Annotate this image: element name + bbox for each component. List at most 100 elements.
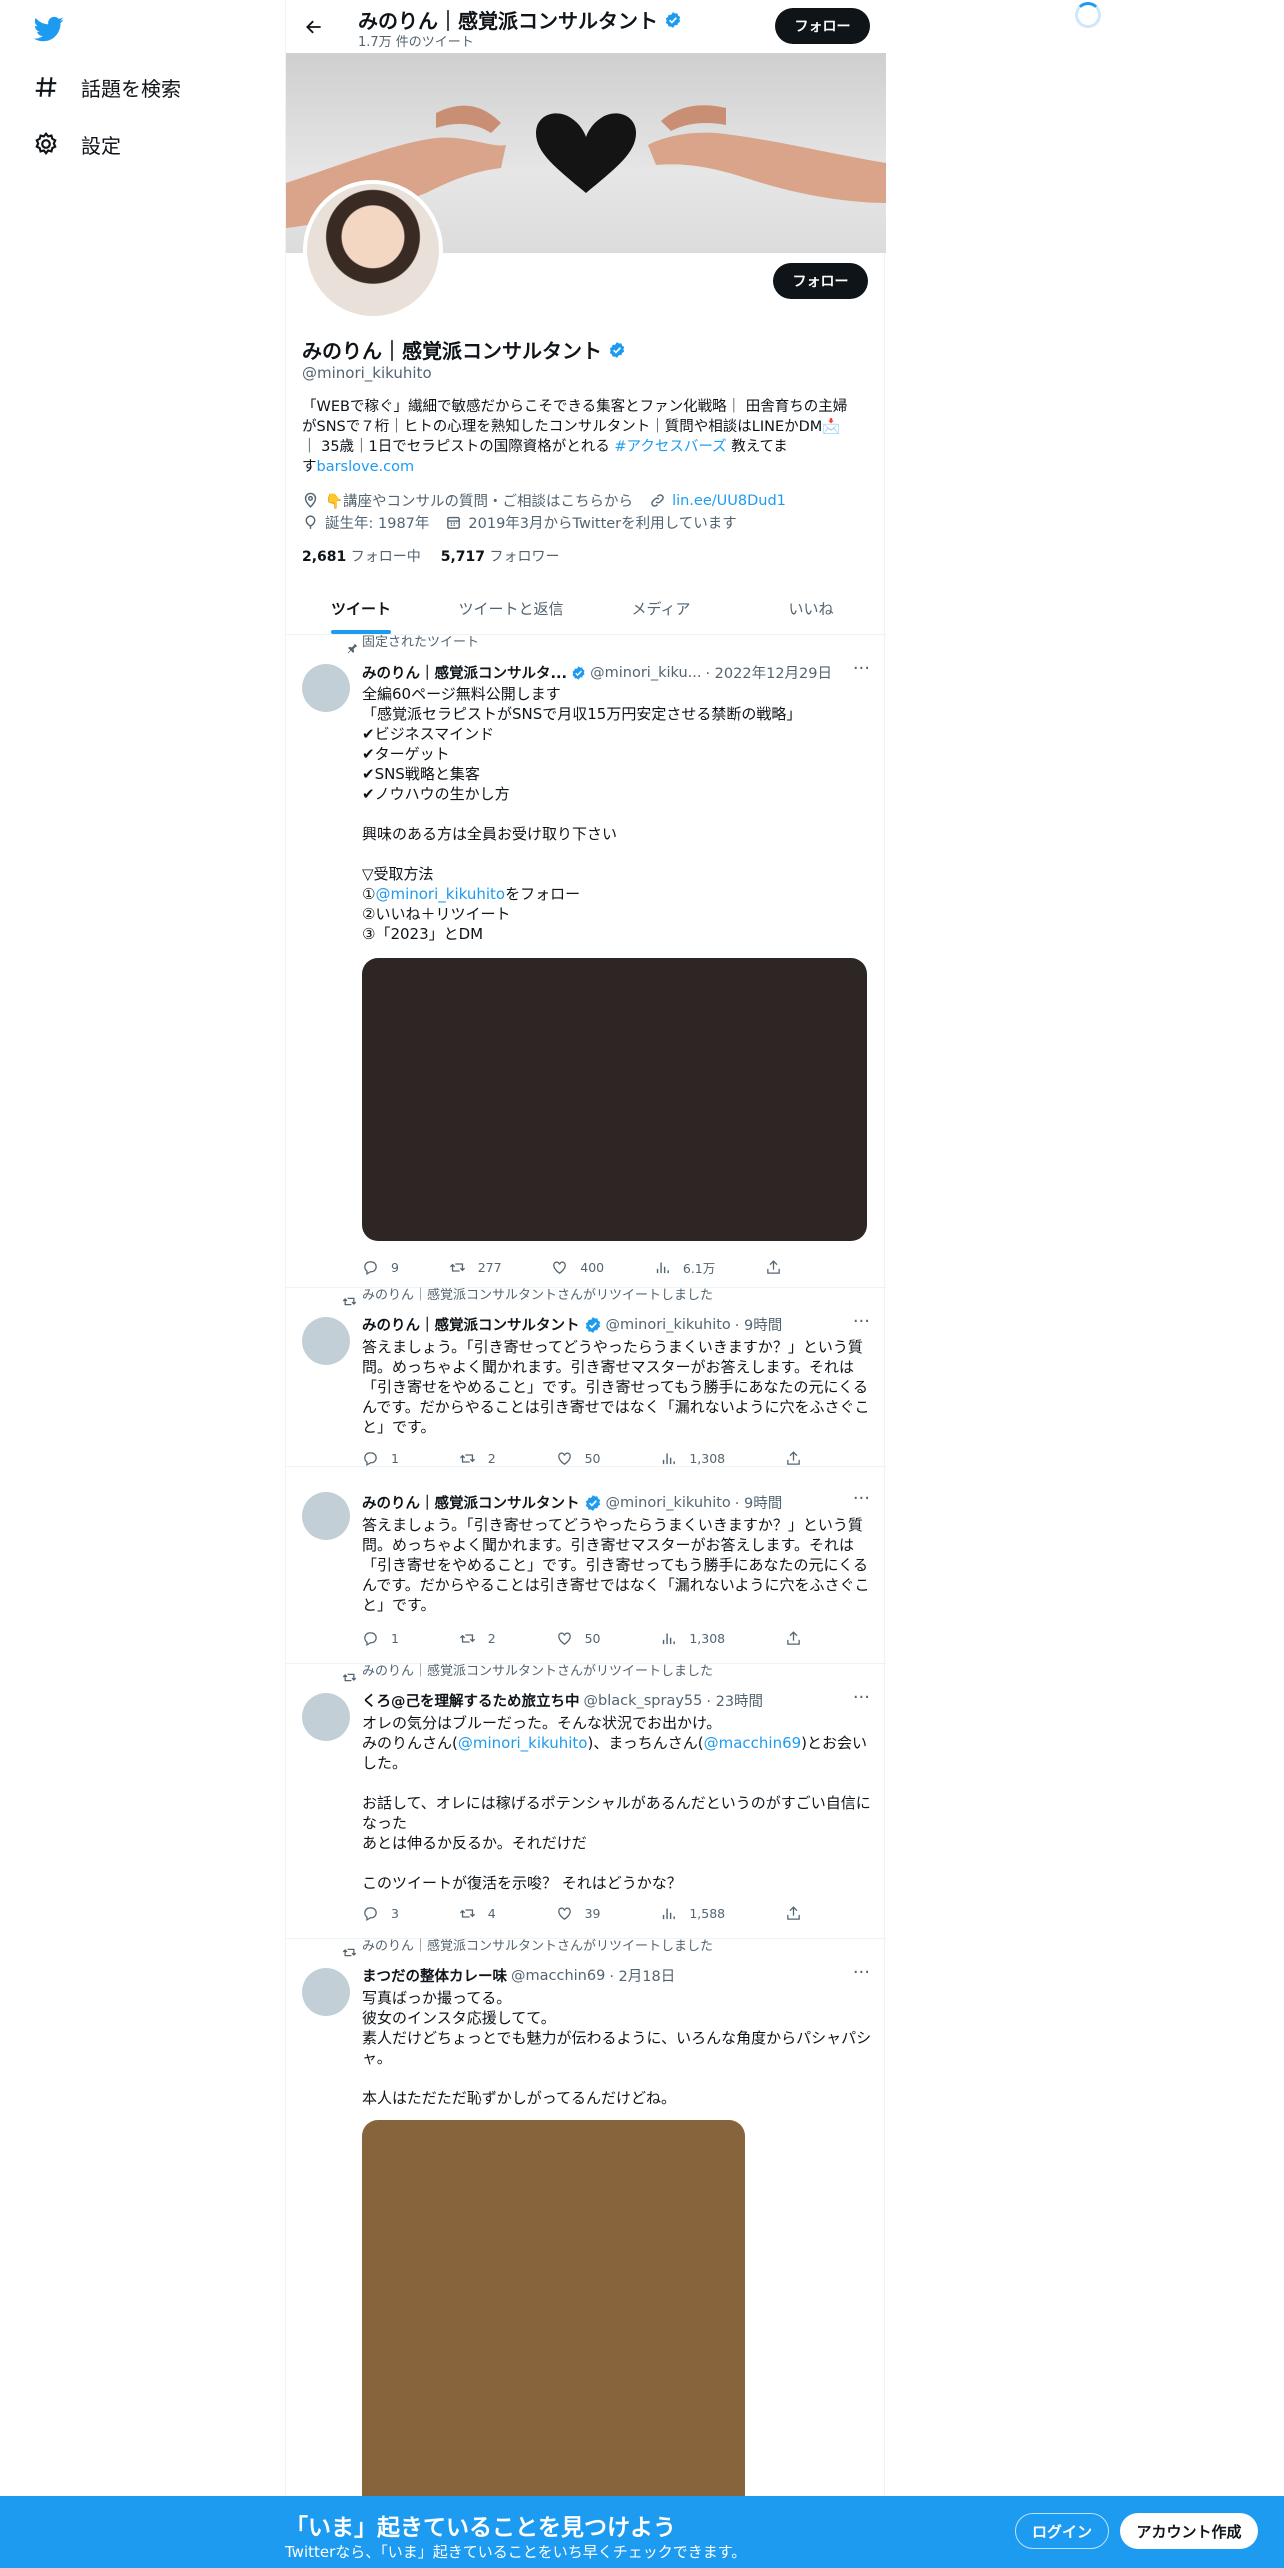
retweet-context-label: みのりん｜感覚派コンサルタントさんがリツイートしました (362, 1938, 714, 1954)
header-follow-button[interactable]: フォロー (775, 8, 870, 44)
like-button[interactable]: 50 (556, 1450, 601, 1467)
profile-location: 👇講座やコンサルの質問・ご相談はこちらから (325, 494, 634, 510)
retweet-button[interactable]: 4 (459, 1905, 496, 1922)
share-icon (787, 1451, 800, 1465)
share-button[interactable] (785, 1450, 802, 1467)
more-options-icon[interactable]: ··· (853, 1687, 870, 1708)
retweet-icon (342, 1673, 357, 1682)
tweet-header: みのりん｜感覚派コンサルタント @minori_kikuhito · 9時間 (362, 1314, 872, 1335)
view-count: 6.1万 (682, 1261, 716, 1276)
tweet-author-handle[interactable]: @minori_kikuhito (606, 1495, 731, 1511)
tweet-avatar[interactable] (302, 1492, 350, 1540)
tweet-author-handle[interactable]: @macchin69 (511, 1968, 605, 1984)
like-button[interactable]: 400 (551, 1258, 604, 1277)
tweet-card[interactable]: みのりん｜感覚派コンサルタントさんがリツイートしました まつだの整体カレー味 @… (286, 1939, 886, 2496)
reply-count: 9 (391, 1260, 399, 1275)
share-button[interactable] (785, 1630, 802, 1647)
like-count: 50 (584, 1631, 601, 1646)
tweet-author-name[interactable]: まつだの整体カレー味 (362, 1965, 507, 1986)
tweet-card[interactable]: みのりん｜感覚派コンサルタントさんがリツイートしました くろ@己を理解するため旅… (286, 1664, 886, 1939)
back-button[interactable] (299, 12, 329, 42)
views-button[interactable]: 1,308 (660, 1630, 725, 1647)
like-button[interactable]: 39 (556, 1905, 601, 1922)
retweet-button[interactable]: 2 (459, 1630, 496, 1647)
tweet-author-handle[interactable]: @minori_kikuhito (606, 1317, 731, 1333)
tab-likes[interactable]: いいね (736, 582, 886, 634)
tweet-card[interactable]: みのりん｜感覚派コンサルタントさんがリツイートしました みのりん｜感覚派コンサル… (286, 1288, 886, 1467)
nav-settings[interactable]: 設定 (33, 124, 121, 164)
tab-tweets[interactable]: ツイート (286, 582, 436, 634)
tweet-author-name[interactable]: みのりん｜感覚派コンサルタント (362, 1492, 580, 1513)
tweet-time[interactable]: · 9時間 (735, 1492, 782, 1513)
bio-hashtag-link[interactable]: #アクセスバーズ (614, 439, 726, 455)
reply-button[interactable]: 9 (362, 1258, 399, 1277)
view-count: 1,308 (689, 1631, 726, 1646)
tweet-time[interactable]: · 2月18日 (609, 1965, 675, 1986)
verified-badge-icon (585, 1494, 600, 1511)
tweet-avatar[interactable] (302, 1693, 350, 1741)
tweet-author-handle[interactable]: @black_spray55 (584, 1693, 703, 1709)
following-count: 2,681 (302, 549, 347, 565)
nav-explore[interactable]: 話題を検索 (33, 67, 181, 107)
bio-line: すbarslove.com (302, 457, 872, 477)
following-link[interactable]: 2,681 フォロー中 (302, 546, 421, 566)
like-count: 50 (584, 1451, 601, 1466)
tab-media[interactable]: メディア (586, 582, 736, 634)
tweet-avatar[interactable] (302, 1968, 350, 2016)
tweet-time[interactable]: · 2022年12月29日 (705, 662, 832, 683)
views-button[interactable]: 1,308 (660, 1450, 725, 1467)
signup-button[interactable]: アカウント作成 (1120, 2513, 1258, 2549)
signup-banner: 「いま」起きていることを見つけよう Twitterなら、「いま」起きていることを… (0, 2496, 1284, 2568)
tweet-time[interactable]: · 9時間 (735, 1314, 782, 1335)
tweet-author-name[interactable]: みのりん｜感覚派コンサルタント (362, 1314, 580, 1335)
follow-stats: 2,681 フォロー中 5,717 フォロワー (302, 546, 560, 566)
reply-button[interactable]: 1 (362, 1630, 399, 1647)
like-button[interactable]: 50 (556, 1630, 601, 1647)
tweet-header: みのりん｜感覚派コンサルタント @minori_kikuhito · 9時間 (362, 1492, 872, 1513)
tweet-text: 写真ばっか撮ってる。 彼女のインスタ応援してて。 素人だけどちょっとでも魅力が伝… (362, 1989, 872, 2107)
views-button[interactable]: 6.1万 (654, 1258, 715, 1277)
mention-link[interactable]: @macchin69 (704, 1734, 802, 1752)
tweet-card[interactable]: 固定されたツイート みのりん｜感覚派コンサルタ... @minori_kiku.… (286, 635, 886, 1288)
tweet-author-name[interactable]: みのりん｜感覚派コンサルタ... (362, 662, 567, 683)
share-button[interactable] (785, 1905, 802, 1922)
tweet-avatar[interactable] (302, 1317, 350, 1365)
header-tweet-count: 1.7万 件のツイート (358, 35, 474, 50)
mention-link[interactable]: @minori_kikuhito (458, 1734, 588, 1752)
retweet-context-label: みのりん｜感覚派コンサルタントさんがリツイートしました (362, 1287, 714, 1303)
tweet-card[interactable]: みのりん｜感覚派コンサルタント @minori_kikuhito · 9時間 ·… (286, 1468, 886, 1664)
location-pin-icon (304, 492, 317, 508)
mention-link[interactable]: @minori_kikuhito (375, 885, 505, 903)
login-button[interactable]: ログイン (1015, 2513, 1109, 2549)
twitter-bird-icon[interactable] (33, 14, 65, 44)
reply-button[interactable]: 1 (362, 1450, 399, 1467)
tweet-media[interactable] (362, 958, 867, 1241)
tab-tweets-replies[interactable]: ツイートと返信 (436, 582, 586, 634)
tweet-text-part: )とお会いした。 お話して、オレには稼げるポテンシャルがあるんだというのがすごい… (362, 1734, 871, 1892)
retweet-button[interactable]: 2 (459, 1450, 496, 1467)
views-button[interactable]: 1,588 (660, 1905, 725, 1922)
like-count: 400 (580, 1260, 605, 1275)
tweet-time[interactable]: · 23時間 (706, 1690, 763, 1711)
profile-website-link[interactable]: lin.ee/UU8Dud1 (672, 493, 786, 509)
more-options-icon[interactable]: ··· (853, 1962, 870, 1983)
profile-follow-button[interactable]: フォロー (773, 263, 868, 299)
tweet-media[interactable] (362, 2120, 745, 2496)
profile-avatar[interactable] (303, 180, 443, 320)
profile-meta-row: 誕生年: 1987年 2019年3月からTwitterを利用しています (302, 512, 737, 533)
analytics-icon (663, 1633, 676, 1645)
tweet-avatar[interactable] (302, 664, 350, 712)
calendar-icon (447, 516, 461, 529)
more-options-icon[interactable]: ··· (853, 1488, 870, 1509)
share-button[interactable] (765, 1258, 782, 1277)
bio-website-link[interactable]: barslove.com (317, 459, 415, 475)
followers-link[interactable]: 5,717 フォロワー (441, 546, 560, 566)
reply-button[interactable]: 3 (362, 1905, 399, 1922)
tweet-author-name[interactable]: くろ@己を理解するため旅立ち中 (362, 1690, 580, 1711)
retweet-icon (459, 1634, 475, 1643)
retweet-button[interactable]: 277 (449, 1258, 502, 1277)
more-options-icon[interactable]: ··· (853, 658, 870, 679)
balloon-icon (305, 515, 316, 529)
more-options-icon[interactable]: ··· (853, 1311, 870, 1332)
tweet-author-handle[interactable]: @minori_kiku... (590, 665, 701, 681)
